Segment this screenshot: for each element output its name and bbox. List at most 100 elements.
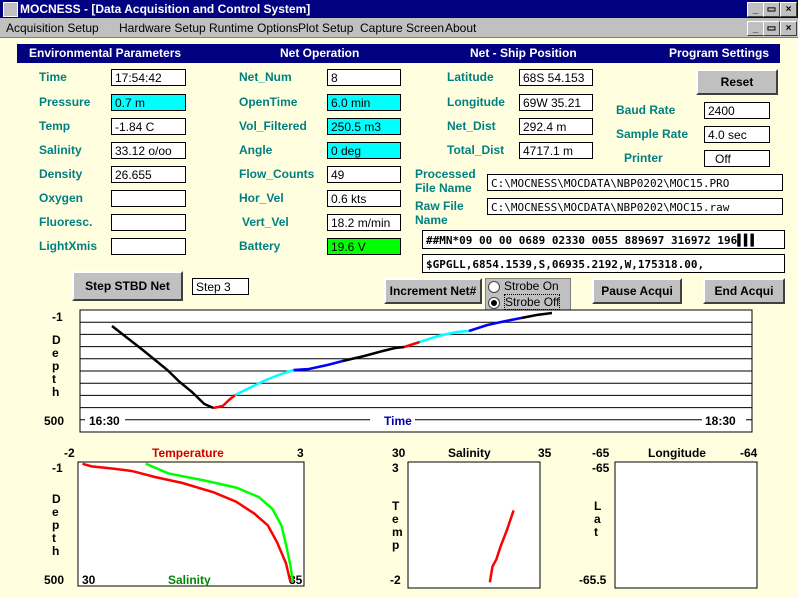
flow-counts-field: 49	[327, 166, 401, 183]
ll-y-bottom-label: -65.5	[579, 573, 607, 587]
y-axis-letter: a	[594, 512, 601, 526]
child-restore-icon[interactable]: ▭	[763, 21, 780, 36]
temp-title: Temperature	[152, 446, 224, 460]
y-axis-letter: t	[52, 372, 56, 386]
y-axis-letter: e	[392, 512, 399, 526]
y-axis-letter: p	[52, 359, 59, 373]
ll-y-axis-label: Lat	[594, 499, 601, 539]
temp-field: -1.84 C	[111, 118, 186, 135]
title-bar: MOCNESS - [Data Acquisition and Control …	[0, 0, 798, 18]
main-y-axis-label: Depth	[52, 333, 61, 399]
st-y-axis-label: Temp	[392, 499, 403, 552]
menu-acquisition-setup[interactable]: Acquisition Setup	[6, 21, 99, 35]
y-axis-letter: T	[392, 499, 400, 513]
menu-runtime-options[interactable]: Runtime Options	[209, 21, 298, 35]
lightxmis-label: LightXmis	[39, 239, 98, 253]
sal-temp-chart: 30 Salinity 35 3 -2 Temp	[390, 446, 552, 589]
temp-sal-plot-area	[77, 461, 305, 587]
printer-field: Off	[704, 150, 770, 167]
longitude-field: 69W 35.21	[519, 94, 593, 111]
menu-hardware-setup[interactable]: Hardware Setup	[119, 21, 206, 35]
depth-time-chart: -1 500 Depth 16:30 Time 18:30	[44, 309, 753, 433]
st-title: Salinity	[448, 446, 491, 460]
ll-y-top-label: -65	[592, 461, 610, 475]
hor-vel-label: Hor_Vel	[239, 191, 284, 205]
flow-counts-label: Flow_Counts	[239, 167, 315, 181]
processed-file-label: Processed File Name	[415, 167, 476, 195]
latitude-label: Latitude	[447, 70, 494, 84]
net-num-field: 8	[327, 69, 401, 86]
net-num-label: Net_Num	[239, 70, 292, 84]
salinity-field: 33.12 o/oo	[111, 142, 186, 159]
y-axis-letter: m	[392, 525, 403, 539]
ts-y-top-label: -1	[52, 461, 63, 475]
y-axis-letter: t	[594, 525, 598, 539]
net-dist-field: 292.4 m	[519, 118, 593, 135]
y-axis-letter: h	[52, 385, 59, 399]
y-axis-letter: p	[52, 518, 59, 532]
total-dist-label: Total_Dist	[447, 143, 505, 157]
y-axis-letter: p	[392, 538, 399, 552]
temp-sal-depth-chart: -2 Temperature 3 -1 500 Depth 30 Salinit…	[44, 446, 305, 587]
child-minimize-icon[interactable]: _	[747, 21, 764, 36]
strobe-on-label: Strobe On	[504, 279, 559, 293]
main-y-top-label: -1	[52, 310, 63, 324]
y-axis-letter: L	[594, 499, 601, 513]
lon-lat-chart: -65 Longitude -64 -65 -65.5 Lat	[579, 446, 758, 589]
child-close-icon[interactable]: ×	[780, 21, 797, 36]
reset-button[interactable]: Reset	[696, 69, 778, 95]
y-axis-letter: h	[52, 544, 59, 558]
menu-about[interactable]: About	[445, 21, 476, 35]
oxygen-field	[111, 190, 186, 207]
y-axis-letter: D	[52, 333, 61, 347]
ts-y-axis-label: Depth	[52, 492, 61, 558]
density-label: Density	[39, 167, 83, 181]
battery-field: 19.6 V	[327, 238, 401, 255]
lon-lat-plot-area	[614, 461, 758, 589]
lightxmis-field	[111, 238, 186, 255]
latitude-field: 68S 54.153	[519, 69, 593, 86]
y-axis-letter: D	[52, 492, 61, 506]
ll-x-min-label: -65	[592, 446, 610, 460]
vert-vel-label: Vert_Vel	[242, 215, 289, 229]
minimize-icon[interactable]: _	[747, 2, 764, 17]
time-field: 17:54:42	[111, 69, 186, 86]
printer-label: Printer	[624, 151, 663, 165]
fluoresc-field	[111, 214, 186, 231]
raw-file-field: C:\MOCNESS\MOCDATA\NBP0202\MOC15.raw	[487, 198, 783, 215]
prog-header: Program Settings	[669, 46, 770, 60]
main-x-start-label: 16:30	[89, 414, 120, 428]
vol-filtered-field: 250.5 m3	[327, 118, 401, 135]
step-stbd-net-button[interactable]: Step STBD Net	[72, 271, 183, 301]
y-axis-letter: e	[52, 346, 59, 360]
baud-rate-field: 2400	[704, 102, 770, 119]
temp-x-max-label: 3	[297, 446, 304, 460]
ll-x-max-label: -64	[740, 446, 758, 460]
env-header: Environmental Parameters	[29, 46, 182, 60]
menu-bar: Acquisition Setup Hardware Setup Runtime…	[0, 18, 798, 38]
opentime-field: 6.0 min	[327, 94, 401, 111]
strobe-on-radio[interactable]: Strobe On	[488, 279, 559, 293]
st-y-bottom-label: -2	[390, 573, 401, 587]
baud-rate-label: Baud Rate	[616, 103, 676, 117]
mn-data-stream: ##MN*09 00 00 0689 02330 0055 889697 316…	[422, 230, 785, 249]
y-axis-letter: e	[52, 505, 59, 519]
menu-plot-setup[interactable]: Plot Setup	[298, 21, 353, 35]
vol-filtered-label: Vol_Filtered	[239, 119, 307, 133]
app-icon[interactable]	[3, 2, 18, 17]
angle-field: 0 deg	[327, 142, 401, 159]
ts-y-bottom-label: 500	[44, 573, 64, 587]
hor-vel-field: 0.6 kts	[327, 190, 401, 207]
close-icon[interactable]: ×	[780, 2, 797, 17]
opentime-label: OpenTime	[239, 95, 298, 109]
st-x-min-label: 30	[392, 446, 406, 460]
ship-header: Net - Ship Position	[470, 46, 577, 60]
ll-title: Longitude	[648, 446, 706, 460]
net-header: Net Operation	[280, 46, 360, 60]
pressure-label: Pressure	[39, 95, 91, 109]
menu-capture-screen[interactable]: Capture Screen	[360, 21, 444, 35]
restore-icon[interactable]: ▭	[763, 2, 780, 17]
temp-label: Temp	[39, 119, 71, 133]
longitude-label: Longitude	[447, 95, 505, 109]
main-x-axis-label: Time	[384, 414, 412, 428]
